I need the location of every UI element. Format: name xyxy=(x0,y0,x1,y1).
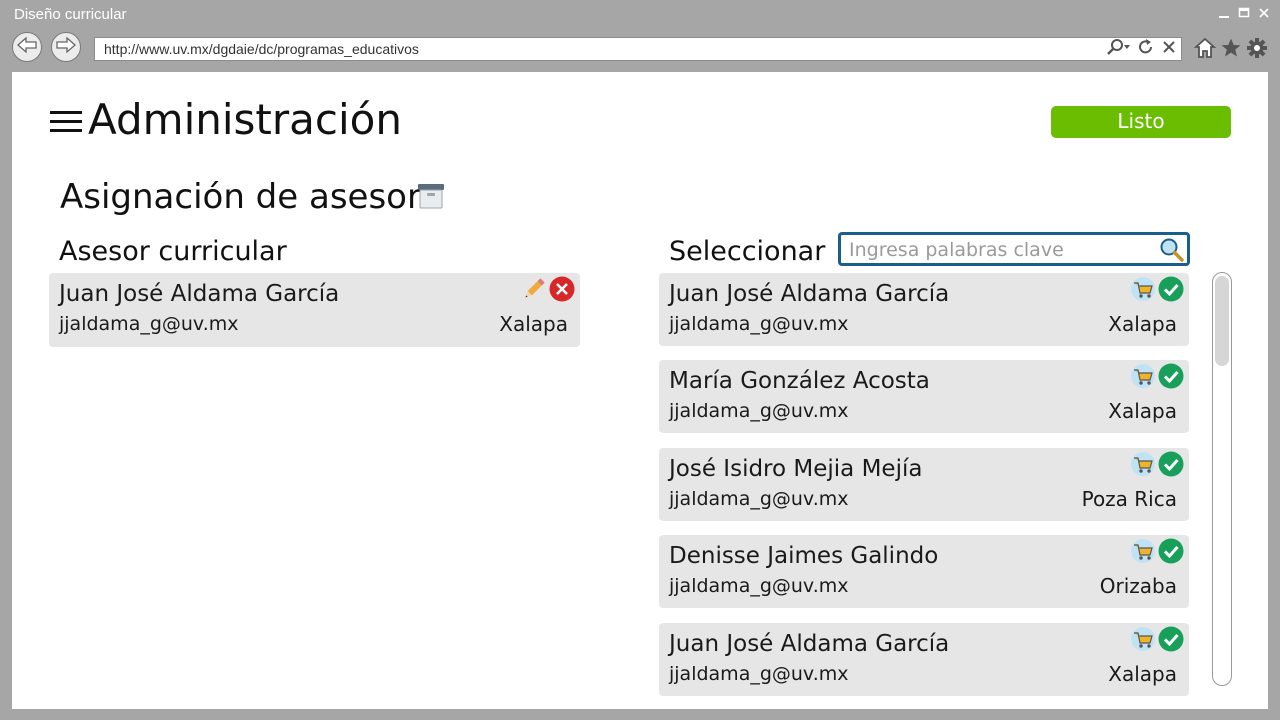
item-city: Xalapa xyxy=(1108,399,1177,423)
refresh-icon[interactable] xyxy=(1137,38,1155,60)
select-heading: Seleccionar xyxy=(669,236,826,267)
search-icon[interactable] xyxy=(1105,38,1131,60)
assigned-heading: Asesor curricular xyxy=(59,236,287,267)
cart-icon[interactable] xyxy=(1129,537,1157,565)
done-button[interactable]: Listo xyxy=(1051,106,1231,138)
advisor-list-item[interactable]: María González Acosta jjaldama_g@uv.mx X… xyxy=(659,360,1189,433)
check-icon[interactable] xyxy=(1157,537,1185,565)
delete-icon[interactable] xyxy=(548,275,576,303)
address-url: http://www.uv.mx/dgdaie/dc/programas_edu… xyxy=(104,41,419,57)
item-email: jjaldama_g@uv.mx xyxy=(669,400,849,422)
item-city: Orizaba xyxy=(1099,574,1177,598)
search-field[interactable] xyxy=(838,232,1190,266)
item-name: Juan José Aldama García xyxy=(669,281,950,307)
maximize-icon[interactable] xyxy=(1236,4,1252,22)
item-name: Juan José Aldama García xyxy=(669,631,950,657)
back-icon xyxy=(16,36,38,58)
advisor-city: Xalapa xyxy=(499,312,568,336)
advisor-list-item[interactable]: Juan José Aldama García jjaldama_g@uv.mx… xyxy=(659,273,1189,346)
scrollbar-thumb[interactable] xyxy=(1215,276,1229,366)
assigned-advisor-card: Juan José Aldama García jjaldama_g@uv.mx… xyxy=(49,273,580,347)
edit-icon[interactable] xyxy=(520,275,548,303)
minimize-icon[interactable] xyxy=(1216,4,1232,22)
check-icon[interactable] xyxy=(1157,275,1185,303)
window-controls xyxy=(1216,4,1272,22)
list-scrollbar[interactable] xyxy=(1212,272,1232,686)
gear-icon[interactable] xyxy=(1246,36,1268,60)
cart-icon[interactable] xyxy=(1129,450,1157,478)
cart-icon[interactable] xyxy=(1129,275,1157,303)
item-name: María González Acosta xyxy=(669,368,930,394)
back-button[interactable] xyxy=(12,32,42,62)
item-name: José Isidro Mejia Mejía xyxy=(669,456,923,482)
advisor-list-item[interactable]: José Isidro Mejia Mejía jjaldama_g@uv.mx… xyxy=(659,448,1189,521)
item-email: jjaldama_g@uv.mx xyxy=(669,575,849,597)
search-input[interactable] xyxy=(847,237,1151,263)
item-email: jjaldama_g@uv.mx xyxy=(669,313,849,335)
close-icon[interactable] xyxy=(1161,38,1177,60)
check-icon[interactable] xyxy=(1157,625,1185,653)
page-content: Administración Listo Asignación de aseso… xyxy=(12,72,1268,709)
check-icon[interactable] xyxy=(1157,450,1185,478)
window-title: Diseño curricular xyxy=(14,6,127,23)
menu-icon[interactable] xyxy=(50,109,82,135)
advisor-list-item[interactable]: Denisse Jaimes Galindo jjaldama_g@uv.mx … xyxy=(659,535,1189,608)
archive-icon xyxy=(416,182,446,210)
forward-button[interactable] xyxy=(51,32,81,62)
section-title: Asignación de asesor xyxy=(60,177,421,217)
item-email: jjaldama_g@uv.mx xyxy=(669,663,849,685)
cart-icon[interactable] xyxy=(1129,362,1157,390)
forward-icon xyxy=(55,36,77,58)
home-icon[interactable] xyxy=(1194,36,1216,60)
cart-icon[interactable] xyxy=(1129,625,1157,653)
item-city: Poza Rica xyxy=(1081,487,1177,511)
advisor-email: jjaldama_g@uv.mx xyxy=(59,313,239,335)
star-icon[interactable] xyxy=(1220,36,1242,60)
item-name: Denisse Jaimes Galindo xyxy=(669,543,939,569)
check-icon[interactable] xyxy=(1157,362,1185,390)
address-bar[interactable]: http://www.uv.mx/dgdaie/dc/programas_edu… xyxy=(94,37,1182,61)
item-city: Xalapa xyxy=(1108,312,1177,336)
page-title: Administración xyxy=(88,95,402,144)
item-city: Xalapa xyxy=(1108,662,1177,686)
advisor-name: Juan José Aldama García xyxy=(59,281,340,307)
window-close-icon[interactable] xyxy=(1256,4,1272,22)
item-email: jjaldama_g@uv.mx xyxy=(669,488,849,510)
advisor-list-item[interactable]: Juan José Aldama García jjaldama_g@uv.mx… xyxy=(659,623,1189,696)
search-button-icon[interactable] xyxy=(1157,236,1185,264)
